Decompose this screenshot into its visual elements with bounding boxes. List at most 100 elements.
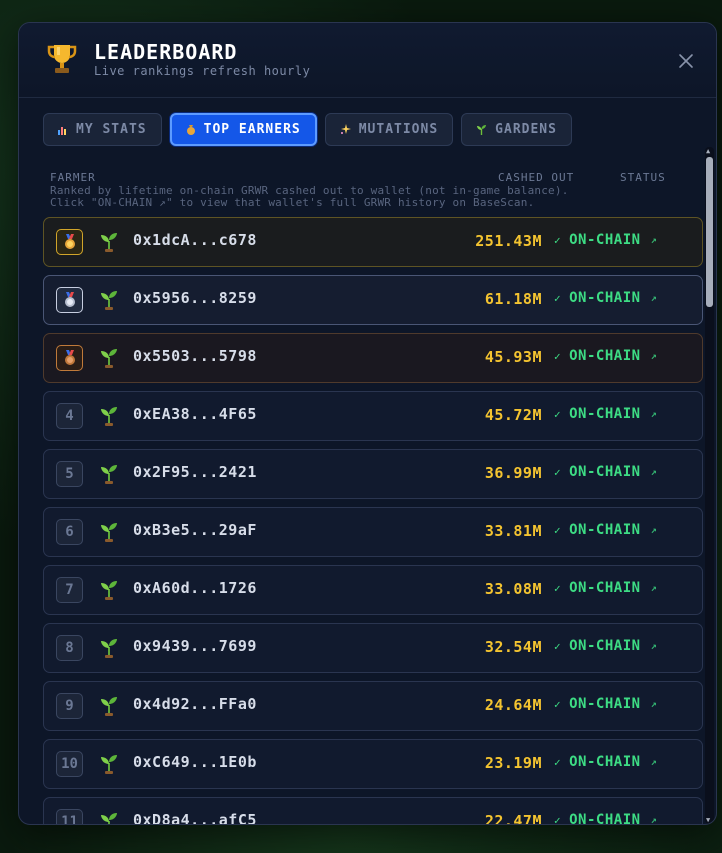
external-link-icon: ↗ xyxy=(650,640,658,652)
column-header-status: STATUS xyxy=(620,171,666,184)
check-icon: ✓ xyxy=(554,233,562,247)
wallet-address: 0xEA38...4F65 xyxy=(133,405,257,423)
table-row[interactable]: 5 0x2F95...2421 36.99M ✓ ON-CHAIN ↗ xyxy=(43,449,703,499)
external-link-icon: ↗ xyxy=(650,814,658,825)
on-chain-status-link[interactable]: ✓ ON-CHAIN ↗ xyxy=(554,406,657,422)
cashed-out-amount: 36.99M xyxy=(484,464,542,482)
sprout-icon xyxy=(101,755,117,774)
wallet-address: 0x2F95...2421 xyxy=(133,463,257,481)
tab-label: MY STATS xyxy=(76,122,147,137)
table-row[interactable]: 9 0x4d92...FFa0 24.64M ✓ ON-CHAIN ↗ xyxy=(43,681,703,731)
check-icon: ✓ xyxy=(554,291,562,305)
check-icon: ✓ xyxy=(554,755,562,769)
status-label: ON-CHAIN xyxy=(569,232,641,248)
wallet-address: 0xA60d...1726 xyxy=(133,579,257,597)
sprout-icon xyxy=(477,125,487,135)
table-row[interactable]: 6 0xB3e5...29aF 33.81M ✓ ON-CHAIN ↗ xyxy=(43,507,703,557)
sparkles-icon xyxy=(340,124,351,134)
scroll-up-arrow-icon[interactable]: ▲ xyxy=(706,147,710,155)
external-link-icon: ↗ xyxy=(650,234,658,246)
external-link-icon: ↗ xyxy=(650,582,658,594)
rows-container: 0x1dcA...c678 251.43M ✓ ON-CHAIN ↗ 0x595… xyxy=(43,217,703,825)
rank-badge xyxy=(56,229,83,255)
tab-label: GARDENS xyxy=(495,122,557,137)
on-chain-status-link[interactable]: ✓ ON-CHAIN ↗ xyxy=(554,232,657,248)
close-icon[interactable] xyxy=(678,53,694,69)
table-row[interactable]: 11 0xD8a4...afC5 22.47M ✓ ON-CHAIN ↗ xyxy=(43,797,703,825)
on-chain-status-link[interactable]: ✓ ON-CHAIN ↗ xyxy=(554,754,657,770)
external-link-icon: ↗ xyxy=(650,408,658,420)
column-header-farmer: FARMER xyxy=(50,171,96,184)
sprout-icon xyxy=(101,465,117,484)
page-subtitle: Live rankings refresh hourly xyxy=(94,64,311,78)
tab-label: MUTATIONS xyxy=(358,122,439,137)
status-label: ON-CHAIN xyxy=(569,754,641,770)
check-icon: ✓ xyxy=(554,697,562,711)
table-row[interactable]: 0x5503...5798 45.93M ✓ ON-CHAIN ↗ xyxy=(43,333,703,383)
sprout-icon xyxy=(101,523,117,542)
wallet-address: 0xB3e5...29aF xyxy=(133,521,257,539)
wallet-address: 0x4d92...FFa0 xyxy=(133,695,257,713)
on-chain-status-link[interactable]: ✓ ON-CHAIN ↗ xyxy=(554,522,657,538)
status-label: ON-CHAIN xyxy=(569,812,641,825)
external-link-icon: ↗ xyxy=(650,524,658,536)
tab-label: TOP EARNERS xyxy=(203,122,301,137)
rank-badge: 6 xyxy=(56,519,83,545)
table-row[interactable]: 0x1dcA...c678 251.43M ✓ ON-CHAIN ↗ xyxy=(43,217,703,267)
external-link-icon: ↗ xyxy=(650,698,658,710)
tab-top-earners[interactable]: TOP EARNERS xyxy=(169,113,317,146)
status-label: ON-CHAIN xyxy=(569,696,641,712)
on-chain-status-link[interactable]: ✓ ON-CHAIN ↗ xyxy=(554,464,657,480)
table-row[interactable]: 4 0xEA38...4F65 45.72M ✓ ON-CHAIN ↗ xyxy=(43,391,703,441)
table-row[interactable]: 0x5956...8259 61.18M ✓ ON-CHAIN ↗ xyxy=(43,275,703,325)
status-label: ON-CHAIN xyxy=(569,580,641,596)
tab-my-stats[interactable]: MY STATS xyxy=(43,113,162,146)
rank-badge: 9 xyxy=(56,693,83,719)
scroll-down-arrow-icon[interactable]: ▼ xyxy=(706,816,710,824)
sprout-icon xyxy=(101,697,117,716)
on-chain-status-link[interactable]: ✓ ON-CHAIN ↗ xyxy=(554,348,657,364)
wallet-address: 0xD8a4...afC5 xyxy=(133,811,257,825)
cashed-out-amount: 45.93M xyxy=(484,348,542,366)
cashed-out-amount: 32.54M xyxy=(484,638,542,656)
status-label: ON-CHAIN xyxy=(569,348,641,364)
wallet-address: 0x5503...5798 xyxy=(133,347,257,365)
external-link-icon: ↗ xyxy=(650,350,658,362)
sprout-icon xyxy=(101,813,117,824)
sprout-icon xyxy=(101,233,117,252)
rank-badge: 10 xyxy=(56,751,83,777)
tab-mutations[interactable]: MUTATIONS xyxy=(324,113,454,146)
wallet-address: 0xC649...1E0b xyxy=(133,753,257,771)
table-row[interactable]: 7 0xA60d...1726 33.08M ✓ ON-CHAIN ↗ xyxy=(43,565,703,615)
wallet-address: 0x9439...7699 xyxy=(133,637,257,655)
on-chain-status-link[interactable]: ✓ ON-CHAIN ↗ xyxy=(554,580,657,596)
on-chain-status-link[interactable]: ✓ ON-CHAIN ↗ xyxy=(554,812,658,825)
cashed-out-amount: 33.81M xyxy=(484,522,542,540)
rank-badge xyxy=(56,287,83,313)
on-chain-status-link[interactable]: ✓ ON-CHAIN ↗ xyxy=(554,290,657,306)
table-row[interactable]: 10 0xC649...1E0b 23.19M ✓ ON-CHAIN ↗ xyxy=(43,739,703,789)
status-label: ON-CHAIN xyxy=(569,290,641,306)
trophy-icon xyxy=(47,45,77,73)
tab-gardens[interactable]: GARDENS xyxy=(461,113,572,146)
cashed-out-amount: 61.18M xyxy=(484,290,542,308)
cashed-out-amount: 24.64M xyxy=(484,696,542,714)
column-header-cashed-out: CASHED OUT xyxy=(498,171,575,184)
sprout-icon xyxy=(101,581,117,600)
scroll-thumb[interactable] xyxy=(706,157,713,307)
ranking-description: Ranked by lifetime on-chain GRWR cashed … xyxy=(43,185,703,209)
external-link-icon: ↗ xyxy=(650,292,658,304)
leaderboard-list[interactable]: FARMER CASHED OUT STATUS Ranked by lifet… xyxy=(43,169,703,825)
cashed-out-amount: 22.47M xyxy=(484,812,542,825)
scrollbar[interactable]: ▲ ▼ xyxy=(705,147,714,824)
sprout-icon xyxy=(101,407,117,426)
wallet-address: 0x5956...8259 xyxy=(133,289,257,307)
rank-badge: 7 xyxy=(56,577,83,603)
check-icon: ✓ xyxy=(554,407,562,421)
check-icon: ✓ xyxy=(554,581,562,595)
on-chain-status-link[interactable]: ✓ ON-CHAIN ↗ xyxy=(554,638,657,654)
cashed-out-amount: 45.72M xyxy=(484,406,542,424)
check-icon: ✓ xyxy=(554,523,562,537)
on-chain-status-link[interactable]: ✓ ON-CHAIN ↗ xyxy=(554,696,657,712)
table-row[interactable]: 8 0x9439...7699 32.54M ✓ ON-CHAIN ↗ xyxy=(43,623,703,673)
